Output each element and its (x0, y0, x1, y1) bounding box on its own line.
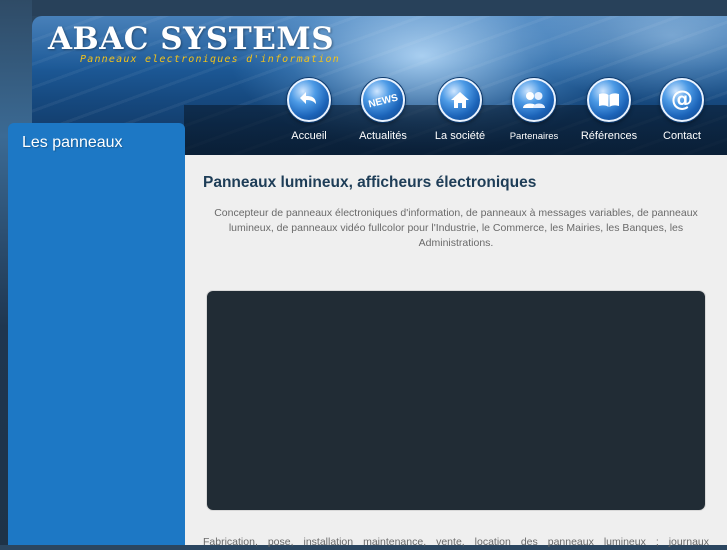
nav-la-societe-label: La société (434, 130, 486, 142)
at-icon: @ (660, 78, 704, 122)
nav-contact[interactable]: @ Contact (647, 78, 717, 148)
nav-contact-label: Contact (663, 130, 701, 142)
nav-references-label: Références (580, 130, 638, 142)
main-content: Panneaux lumineux, afficheurs électroniq… (185, 155, 727, 548)
nav-actualites-label: Actualités (359, 130, 407, 142)
sidebar: Les panneaux (8, 123, 185, 545)
nav-actualites[interactable]: NEWS Actualités (348, 78, 418, 148)
footer-paragraph: Fabrication, pose, installation maintena… (203, 536, 709, 548)
site-logo-title[interactable]: ABAC SYSTEMS (48, 21, 334, 57)
back-arrow-icon (287, 78, 331, 122)
site-logo-subtitle: Panneaux electroniques d'information (80, 54, 340, 65)
nav-la-societe[interactable]: La société (425, 78, 495, 148)
page-title: Panneaux lumineux, afficheurs électroniq… (203, 174, 537, 191)
users-icon (512, 78, 556, 122)
intro-paragraph: Concepteur de panneaux électroniques d'i… (214, 207, 698, 249)
news-icon: NEWS (361, 78, 405, 122)
nav-accueil[interactable]: Accueil (274, 78, 344, 148)
media-player[interactable] (207, 291, 705, 510)
nav-partenaires-label: Partenaires (509, 131, 559, 142)
nav-references[interactable]: Références (574, 78, 644, 148)
at-glyph: @ (671, 87, 693, 112)
top-strip (0, 0, 727, 16)
book-icon (587, 78, 631, 122)
news-badge-text: NEWS (367, 92, 399, 110)
sidebar-title: Les panneaux (22, 134, 123, 151)
home-icon (438, 78, 482, 122)
nav-accueil-label: Accueil (291, 130, 327, 142)
nav-partenaires[interactable]: Partenaires (499, 78, 569, 148)
